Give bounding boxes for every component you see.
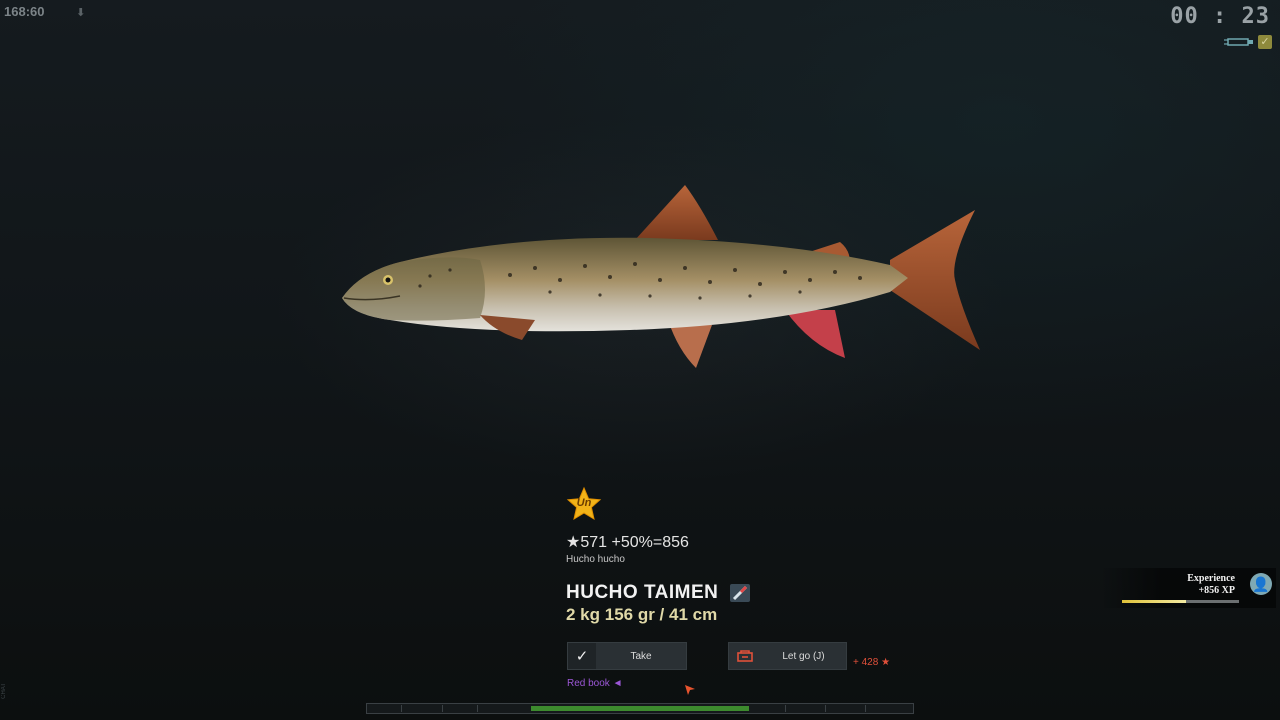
- catch-info: Un ★571 +50%=856 Hucho hucho HUCHO TAIME…: [566, 486, 751, 625]
- latin-name: Hucho hucho: [566, 554, 625, 565]
- let-go-bonus: + 428 ★: [853, 657, 891, 668]
- chat-tab[interactable]: CHAT: [1, 683, 7, 699]
- fish-size: 2 kg 156 gr / 41 cm: [566, 605, 718, 624]
- reel-progress-fill: [530, 706, 750, 711]
- progress-tick: [825, 705, 826, 712]
- experience-bar: [1122, 600, 1239, 603]
- progress-tick: [785, 705, 786, 712]
- badge-label: Un: [576, 497, 592, 509]
- fish-name-row: HUCHO TAIMEN: [566, 582, 751, 604]
- fish-name: HUCHO TAIMEN: [566, 582, 719, 603]
- ping-readout: 168:60 ⬇: [4, 4, 85, 19]
- experience-title: Experience: [1187, 573, 1235, 584]
- progress-tick: [401, 705, 402, 712]
- experience-panel: Experience +856 XP 👤: [1100, 568, 1276, 608]
- ping-value: 168:60: [4, 4, 45, 19]
- experience-amount: +856 XP: [1198, 585, 1235, 596]
- task-check-icon: ✓: [1258, 35, 1272, 49]
- points-value: ★571 +50%=856: [566, 534, 689, 551]
- take-button[interactable]: ✓ Take: [567, 642, 687, 670]
- let-go-label: Let go (J): [782, 650, 825, 662]
- star-badge-icon: Un: [566, 486, 602, 522]
- experience-bar-fill: [1122, 600, 1187, 603]
- progress-tick: [477, 705, 478, 712]
- rod-icon: [1224, 38, 1253, 46]
- progress-tick: [865, 705, 866, 712]
- timer: 00 : 23: [1170, 4, 1270, 29]
- avatar-icon[interactable]: 👤: [1250, 573, 1272, 595]
- fish-image: [342, 185, 980, 368]
- cursor-icon: [685, 685, 695, 695]
- status-icons: ✓: [1224, 35, 1272, 49]
- download-icon: ⬇: [76, 7, 86, 19]
- red-book-link[interactable]: Red book ◄: [567, 678, 622, 689]
- game-scene: 168:60 ⬇ 00 : 23 ✓ Un ★571 +50%=856 Huch…: [0, 0, 1280, 720]
- release-icon: [729, 650, 761, 662]
- take-label: Take: [630, 650, 652, 662]
- lure-icon: [730, 584, 751, 602]
- progress-tick: [442, 705, 443, 712]
- reel-progress-bar: [366, 703, 914, 714]
- check-icon: ✓: [568, 643, 596, 669]
- let-go-button[interactable]: Let go (J): [728, 642, 847, 670]
